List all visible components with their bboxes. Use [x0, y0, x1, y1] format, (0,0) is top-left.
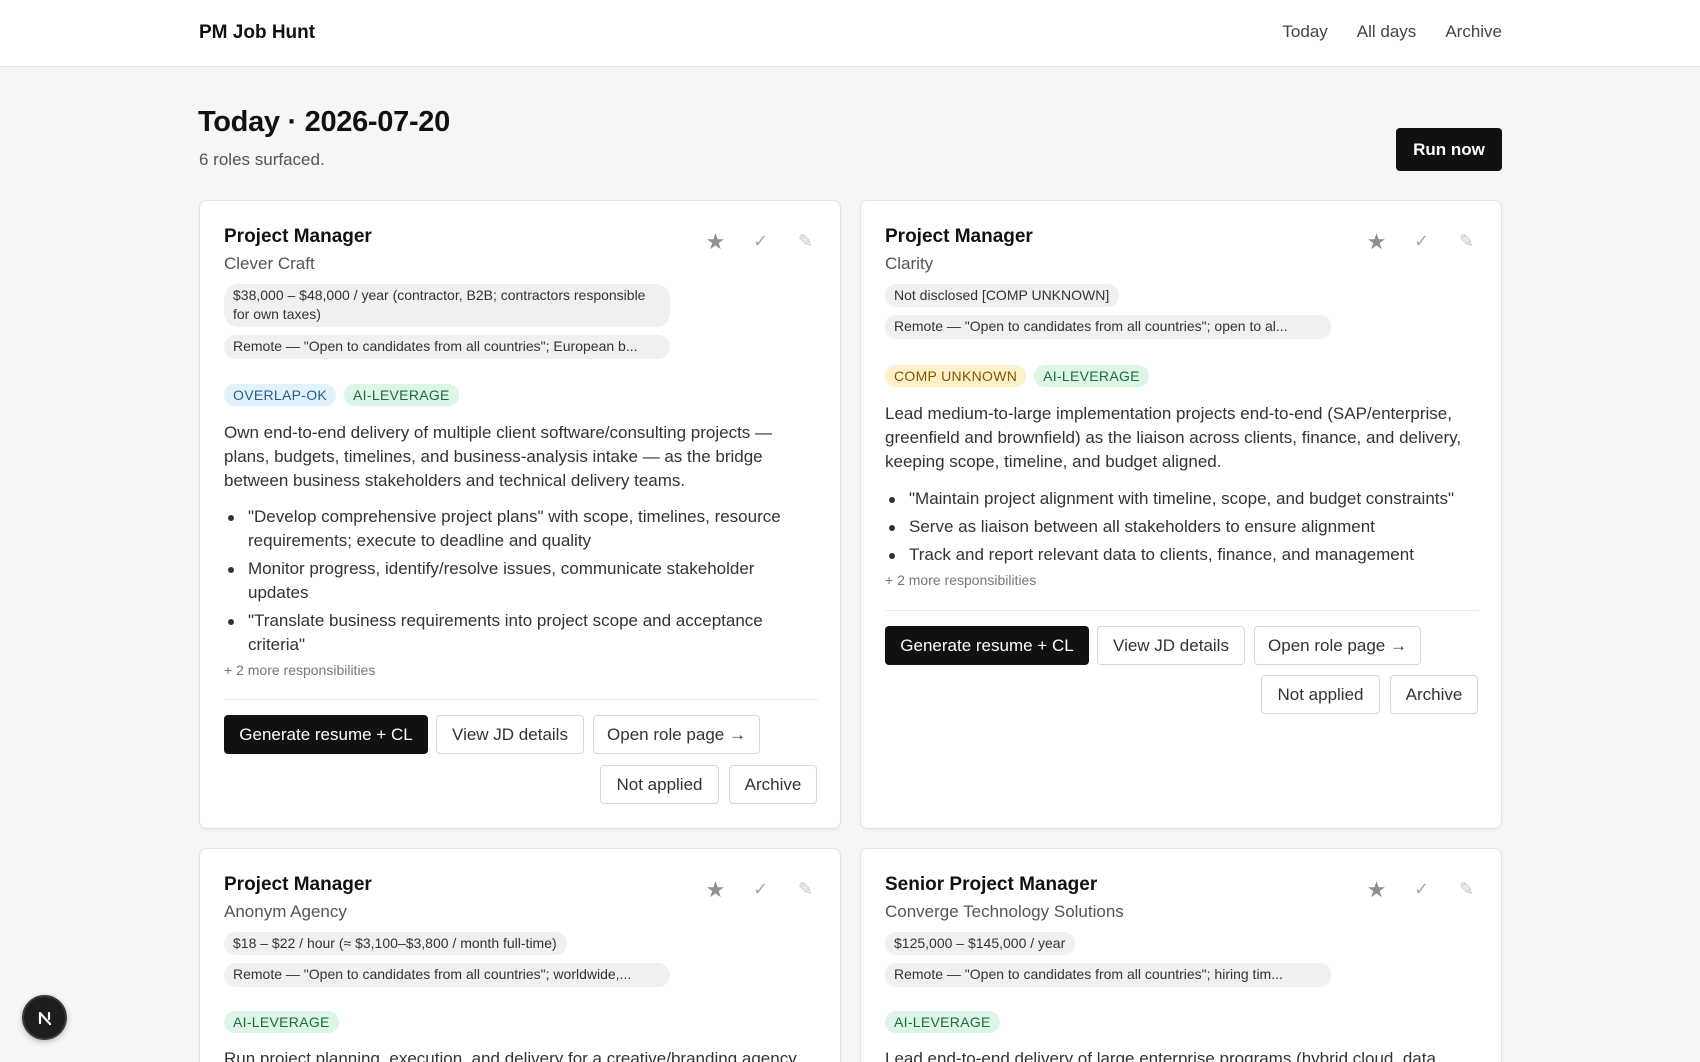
responsibilities-list: "Maintain project alignment with timelin…	[885, 487, 1479, 571]
comp-pill: $125,000 – $145,000 / year	[885, 932, 1076, 955]
star-icon[interactable]: ★	[1364, 229, 1389, 254]
location-pill: Remote — "Open to candidates from all co…	[224, 963, 670, 987]
run-now-button[interactable]: Run now	[1396, 128, 1502, 171]
role-title: Project Manager	[224, 874, 372, 895]
top-nav: Today All days Archive	[1282, 22, 1502, 42]
nav-today[interactable]: Today	[1282, 22, 1327, 42]
location-pill: Remote — "Open to candidates from all co…	[885, 315, 1331, 339]
more-responsibilities: + 2 more responsibilities	[885, 572, 1037, 588]
open-role-button[interactable]: Open role page →	[1254, 626, 1421, 665]
next-logo-icon	[38, 1011, 51, 1025]
generate-resume-button[interactable]: Generate resume + CL	[885, 626, 1089, 665]
list-item: Serve as liaison between all stakeholder…	[885, 515, 1479, 539]
check-icon[interactable]: ✓	[748, 877, 773, 902]
view-jd-button[interactable]: View JD details	[1097, 626, 1245, 665]
comp-pill: $38,000 – $48,000 / year (contractor, B2…	[224, 284, 670, 327]
star-icon[interactable]: ★	[703, 877, 728, 902]
company-name: Anonym Agency	[224, 902, 347, 921]
list-item: Track and report relevant data to client…	[885, 543, 1479, 567]
more-responsibilities: + 2 more responsibilities	[224, 662, 376, 678]
company-name: Clever Craft	[224, 254, 315, 273]
job-card: Project Manager Clever Craft ★ ✓ ✎ $38,0…	[199, 200, 841, 829]
star-icon[interactable]: ★	[1364, 877, 1389, 902]
comp-pill: $18 – $22 / hour (≈ $3,100–$3,800 / mont…	[224, 932, 567, 955]
generate-resume-button[interactable]: Generate resume + CL	[224, 715, 428, 754]
list-item: "Maintain project alignment with timelin…	[885, 487, 1479, 511]
tag-badge: AI-LEVERAGE	[885, 1011, 1000, 1033]
role-title: Senior Project Manager	[885, 874, 1098, 895]
open-role-button[interactable]: Open role page →	[593, 715, 760, 754]
role-description: Own end-to-end delivery of multiple clie…	[224, 423, 773, 490]
top-bar: PM Job Hunt Today All days Archive	[0, 0, 1700, 67]
brand-title[interactable]: PM Job Hunt	[199, 22, 315, 44]
tag-badge: COMP UNKNOWN	[885, 365, 1027, 387]
list-item: "Translate business requirements into pr…	[224, 609, 818, 657]
pencil-icon[interactable]: ✎	[793, 229, 818, 254]
tag-badge: OVERLAP-OK	[224, 384, 337, 406]
pencil-icon[interactable]: ✎	[1454, 877, 1479, 902]
tag-badge: AI-LEVERAGE	[344, 384, 459, 406]
page-subtitle: 6 roles surfaced.	[199, 150, 325, 169]
page-title: Today · 2026-07-20	[198, 106, 450, 138]
nav-archive[interactable]: Archive	[1445, 22, 1502, 42]
role-title: Project Manager	[224, 226, 372, 247]
check-icon[interactable]: ✓	[1409, 229, 1434, 254]
responsibilities-list: "Develop comprehensive project plans" wi…	[224, 505, 818, 661]
star-icon[interactable]: ★	[703, 229, 728, 254]
divider	[885, 610, 1479, 611]
nav-all-days[interactable]: All days	[1357, 22, 1417, 42]
archive-button[interactable]: Archive	[1390, 675, 1478, 714]
next-logo-icon[interactable]	[22, 995, 67, 1040]
role-description: Lead medium-to-large implementation proj…	[885, 404, 1462, 471]
not-applied-button[interactable]: Not applied	[600, 765, 719, 804]
archive-button[interactable]: Archive	[729, 765, 817, 804]
job-card: Project Manager Anonym Agency ★ ✓ ✎ $18 …	[199, 848, 841, 1062]
role-description: Run project planning, execution, and del…	[224, 1049, 797, 1062]
pencil-icon[interactable]: ✎	[793, 877, 818, 902]
list-item: "Develop comprehensive project plans" wi…	[224, 505, 818, 553]
location-pill: Remote — "Open to candidates from all co…	[885, 963, 1331, 987]
pencil-icon[interactable]: ✎	[1454, 229, 1479, 254]
location-pill: Remote — "Open to candidates from all co…	[224, 335, 670, 359]
check-icon[interactable]: ✓	[1409, 877, 1434, 902]
check-icon[interactable]: ✓	[748, 229, 773, 254]
not-applied-button[interactable]: Not applied	[1261, 675, 1380, 714]
tag-badge: AI-LEVERAGE	[224, 1011, 339, 1033]
job-card: Project Manager Clarity ★ ✓ ✎ Not disclo…	[860, 200, 1502, 829]
tag-badge: AI-LEVERAGE	[1034, 365, 1149, 387]
list-item: Monitor progress, identify/resolve issue…	[224, 557, 818, 605]
divider	[224, 699, 818, 700]
company-name: Clarity	[885, 254, 934, 273]
job-card: Senior Project Manager Converge Technolo…	[860, 848, 1502, 1062]
company-name: Converge Technology Solutions	[885, 902, 1124, 921]
comp-pill: Not disclosed [COMP UNKNOWN]	[885, 284, 1120, 307]
role-description: Lead end-to-end delivery of large enterp…	[885, 1049, 1436, 1062]
role-title: Project Manager	[885, 226, 1033, 247]
view-jd-button[interactable]: View JD details	[436, 715, 584, 754]
